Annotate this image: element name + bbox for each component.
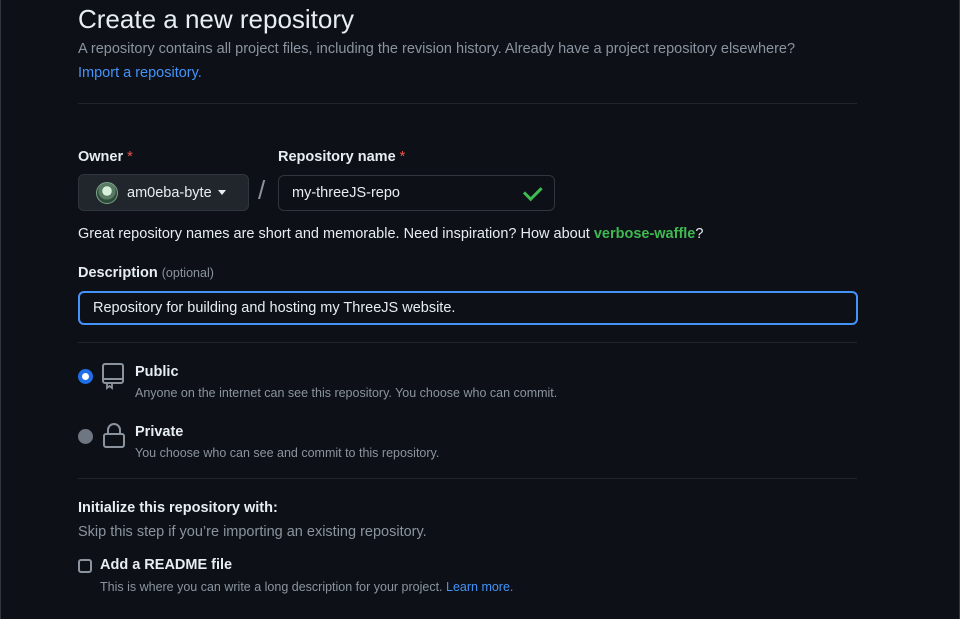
divider <box>78 103 857 104</box>
description-optional: (optional) <box>161 266 214 280</box>
check-icon <box>522 180 543 201</box>
repo-name-required-mark: * <box>399 149 406 165</box>
description-input[interactable]: Repository for building and hosting my T… <box>78 291 858 325</box>
page-subtitle: A repository contains all project files,… <box>78 41 796 57</box>
init-title: Initialize this repository with: <box>78 500 278 516</box>
repo-icon <box>102 363 124 390</box>
readme-label[interactable]: Add a README file <box>100 557 232 573</box>
private-description: You choose who can see and commit to thi… <box>135 446 440 460</box>
owner-required-mark: * <box>127 149 133 165</box>
owner-label: Owner * <box>78 149 133 165</box>
owner-label-text: Owner <box>78 149 124 165</box>
private-radio[interactable] <box>78 429 93 444</box>
owner-name: am0eba-byte <box>127 184 212 201</box>
owner-repo-separator: / <box>258 175 266 205</box>
description-label-text: Description <box>78 265 158 281</box>
init-subtitle: Skip this step if you’re importing an ex… <box>78 524 427 540</box>
readme-checkbox[interactable] <box>78 559 92 573</box>
description-value: Repository for building and hosting my T… <box>93 300 456 316</box>
owner-dropdown[interactable]: am0eba-byte <box>78 174 249 211</box>
hint-text: Great repository names are short and mem… <box>78 226 594 242</box>
hint-suffix: ? <box>695 226 704 242</box>
divider <box>78 478 857 479</box>
avatar <box>96 181 118 204</box>
private-title: Private <box>135 424 184 440</box>
readme-description: This is where you can write a long descr… <box>100 580 513 594</box>
page: Create a new repository A repository con… <box>0 0 960 619</box>
import-repository-link[interactable]: Import a repository. <box>78 65 202 81</box>
lock-icon <box>103 423 125 448</box>
repo-name-input[interactable]: my-threeJS-repo <box>278 175 555 211</box>
learn-more-link[interactable]: Learn more. <box>446 580 513 594</box>
repo-name-hint: Great repository names are short and mem… <box>78 226 703 242</box>
repo-name-value: my-threeJS-repo <box>292 185 400 201</box>
page-title: Create a new repository <box>78 4 355 34</box>
repo-name-label: Repository name * <box>278 149 405 165</box>
caret-down-icon <box>217 190 226 195</box>
repo-name-label-text: Repository name <box>278 149 396 165</box>
description-label: Description (optional) <box>78 265 214 281</box>
public-title: Public <box>135 364 179 380</box>
public-radio[interactable] <box>78 369 93 384</box>
readme-description-text: This is where you can write a long descr… <box>100 580 446 594</box>
divider <box>78 342 857 343</box>
name-suggestion[interactable]: verbose-waffle <box>594 226 696 242</box>
public-description: Anyone on the internet can see this repo… <box>135 386 558 400</box>
